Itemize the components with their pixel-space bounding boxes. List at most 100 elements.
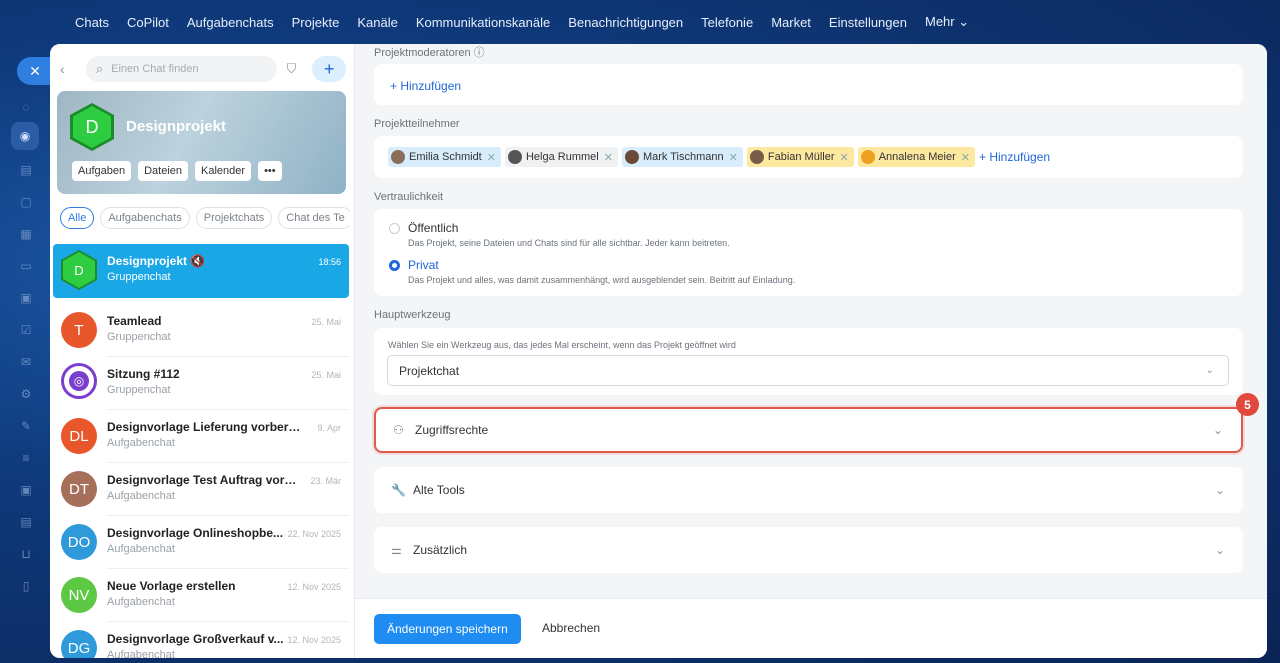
nav-copilot[interactable]: CoPilot	[127, 15, 169, 30]
avatar: DT	[61, 471, 97, 507]
option-description: Das Projekt und alles, was damit zusamme…	[408, 275, 796, 285]
nav-mehr[interactable]: Mehr ⌄	[925, 14, 969, 30]
user-lock-icon: ⚇	[393, 423, 404, 437]
tab-chat-des-teams[interactable]: Chat des Te	[278, 207, 350, 229]
nav-chats[interactable]: Chats	[75, 15, 109, 30]
list-item[interactable]: DT Designvorlage Test Auftrag vorbe... A…	[53, 463, 349, 516]
cancel-button[interactable]: Abbrechen	[542, 621, 600, 635]
old-tools-section[interactable]: 🔧 Alte Tools ⌄	[374, 467, 1243, 513]
meeting-icon: ◎	[69, 371, 89, 391]
list-item[interactable]: T Teamlead Gruppenchat 25. Mai	[53, 304, 349, 357]
mail-icon[interactable]: ✉	[18, 354, 34, 370]
filter-icon[interactable]: ⛉	[287, 61, 303, 77]
list-item[interactable]: DO Designvorlage Onlineshopbe... Aufgabe…	[53, 516, 349, 569]
list-item[interactable]: DG Designvorlage Großverkauf v... Aufgab…	[53, 622, 349, 658]
close-panel-button[interactable]: ✕	[17, 57, 53, 85]
doc-icon[interactable]: ▯	[18, 578, 34, 594]
save-button[interactable]: Änderungen speichern	[374, 614, 521, 644]
archive-icon[interactable]: ▤	[18, 514, 34, 530]
nav-benachrichtigungen[interactable]: Benachrichtigungen	[568, 15, 683, 30]
additional-section[interactable]: ⚌ Zusätzlich ⌄	[374, 527, 1243, 573]
calendar-icon[interactable]: ▦	[18, 226, 34, 242]
participant-chip[interactable]: Annalena Meier ✕	[857, 147, 975, 167]
files-button[interactable]: Dateien	[138, 161, 189, 181]
settings-gear-icon[interactable]: ⚙	[18, 386, 34, 402]
project-actions: Aufgaben Dateien Kalender •••	[72, 161, 282, 181]
chat-type: Gruppenchat	[107, 271, 171, 283]
main-tool-card: Wählen Sie ein Werkzeug aus, das jedes M…	[374, 328, 1243, 395]
remove-icon[interactable]: ✕	[729, 151, 738, 164]
tasks-icon[interactable]: ☑	[18, 322, 34, 338]
nav-aufgabenchats[interactable]: Aufgabenchats	[187, 15, 274, 30]
option-description: Das Projekt, seine Dateien und Chats sin…	[408, 238, 730, 248]
participant-chip[interactable]: Fabian Müller ✕	[746, 147, 854, 167]
chat-bubble-icon[interactable]: ◉	[11, 122, 39, 150]
chat-type: Aufgabenchat	[107, 437, 175, 449]
calendar-button[interactable]: Kalender	[195, 161, 252, 181]
chat-time: 9. Apr	[317, 423, 341, 433]
avatar: DO	[61, 524, 97, 560]
remove-icon[interactable]: ✕	[961, 151, 970, 164]
list-item[interactable]: NV Neue Vorlage erstellen Aufgabenchat 1…	[53, 569, 349, 622]
nav-projekte[interactable]: Projekte	[292, 15, 340, 30]
back-arrow-icon[interactable]: ‹	[60, 61, 72, 77]
radio-button[interactable]	[389, 223, 400, 234]
nav-telefonie[interactable]: Telefonie	[701, 15, 753, 30]
document-icon[interactable]: ▤	[18, 162, 34, 178]
search-input[interactable]: ⌕ Einen Chat finden	[85, 56, 277, 82]
tab-aufgabenchats[interactable]: Aufgabenchats	[100, 207, 190, 229]
add-moderator-link[interactable]: + Hinzufügen	[390, 79, 461, 93]
tab-projektchats[interactable]: Projektchats	[195, 207, 273, 229]
settings-footer: Änderungen speichern Abbrechen	[355, 598, 1267, 658]
stack-icon[interactable]: ≡	[18, 450, 34, 466]
sliders-icon: ⚌	[391, 543, 402, 557]
nav-market[interactable]: Market	[771, 15, 811, 30]
list-item[interactable]: ◎ Sitzung #112 Gruppenchat 25. Mai	[53, 357, 349, 410]
project-title: Designprojekt	[126, 118, 227, 135]
radio-button[interactable]	[389, 260, 400, 271]
more-button[interactable]: •••	[258, 161, 282, 181]
board-icon[interactable]: ▣	[18, 290, 34, 306]
avatar	[507, 150, 522, 164]
avatar	[624, 150, 639, 164]
cart-icon[interactable]: ⊔	[18, 546, 34, 562]
chevron-down-icon: ⌄	[1205, 365, 1214, 376]
chat-time: 12. Nov 2025	[287, 635, 341, 645]
chat-type: Aufgabenchat	[107, 490, 175, 502]
chevron-down-icon: ⌄	[1212, 423, 1223, 437]
list-item[interactable]: DL Designvorlage Lieferung vorbereiten A…	[53, 410, 349, 463]
add-participant-link[interactable]: + Hinzufügen	[979, 150, 1050, 164]
tab-alle[interactable]: Alle	[60, 207, 95, 229]
messages-icon[interactable]: ▢	[18, 194, 34, 210]
access-rights-section[interactable]: ⚇ Zugriffsrechte ⌄	[374, 407, 1243, 453]
participant-chip[interactable]: Helga Rummel ✕	[504, 147, 618, 167]
avatar	[860, 150, 875, 164]
remove-icon[interactable]: ✕	[840, 151, 849, 164]
chat-list-panel: ‹ ⌕ Einen Chat finden ⛉ + D Designprojek…	[50, 44, 355, 658]
chevron-down-icon: ⌄	[1214, 483, 1225, 497]
nav-einstellungen[interactable]: Einstellungen	[829, 15, 907, 30]
drive-icon[interactable]: ▭	[18, 258, 34, 274]
tasks-button[interactable]: Aufgaben	[72, 161, 132, 181]
remove-icon[interactable]: ✕	[487, 151, 496, 164]
chat-time: 22. Nov 2025	[287, 529, 341, 539]
chat-type: Gruppenchat	[107, 384, 171, 396]
cloud-icon[interactable]: ◌	[18, 99, 34, 115]
chat-type: Aufgabenchat	[107, 596, 175, 608]
remove-icon[interactable]: ✕	[604, 151, 613, 164]
new-chat-button[interactable]: +	[312, 56, 346, 82]
nav-kommunikationskanaele[interactable]: Kommunikationskanäle	[416, 15, 550, 30]
nav-kanaele[interactable]: Kanäle	[357, 15, 397, 30]
participant-chip[interactable]: Emilia Schmidt ✕	[388, 147, 501, 167]
participant-chip[interactable]: Mark Tischmann ✕	[621, 147, 743, 167]
list-item[interactable]: D Designprojekt 🔇 Gruppenchat 18:56	[53, 244, 349, 298]
search-placeholder: Einen Chat finden	[111, 63, 199, 75]
privacy-option-public[interactable]: Öffentlich Das Projekt, seine Dateien un…	[389, 221, 730, 248]
chat-time: 12. Nov 2025	[287, 582, 341, 592]
inbox-icon[interactable]: ▣	[18, 482, 34, 498]
pen-icon[interactable]: ✎	[18, 418, 34, 434]
privacy-option-private[interactable]: Privat Das Projekt und alles, was damit …	[389, 258, 795, 285]
select-value: Projektchat	[399, 363, 460, 378]
main-tool-select[interactable]: Projektchat ⌄	[387, 355, 1229, 386]
step-badge: 5	[1236, 393, 1259, 416]
